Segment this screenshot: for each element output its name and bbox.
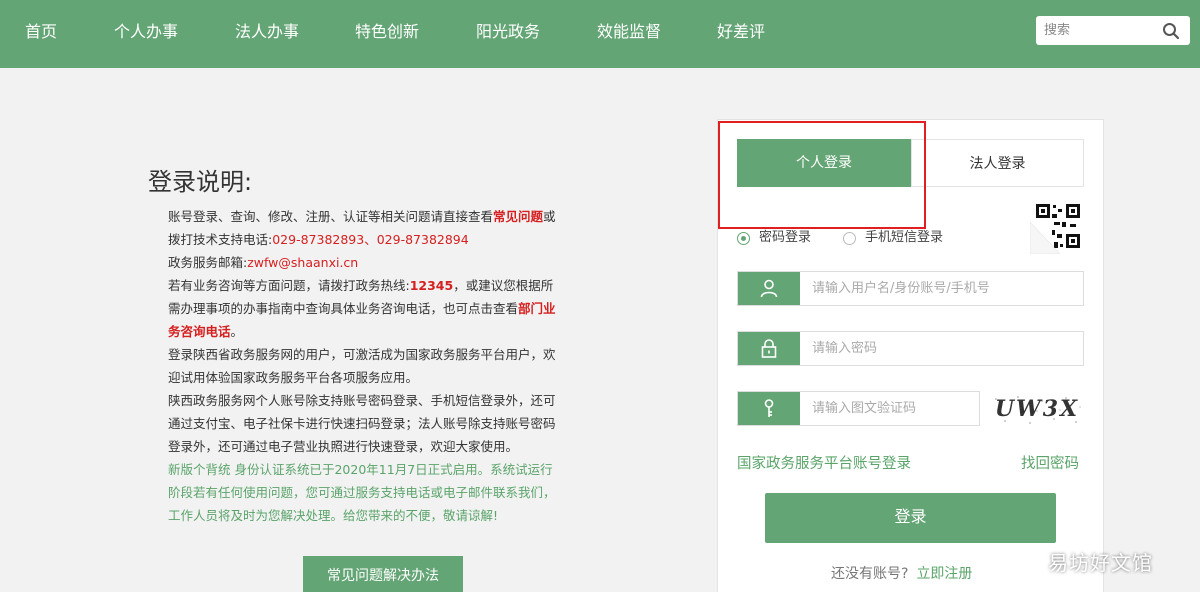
nav-item-home[interactable]: 首页 — [25, 20, 57, 44]
username-field — [737, 271, 1084, 306]
radio-password-label[interactable]: 密码登录 — [759, 229, 811, 247]
dept-phone-link-cont[interactable]: 务咨询电话 — [168, 324, 231, 339]
hotline-number: 12345 — [409, 278, 454, 293]
support-phone: 029-87382893、029-87382894 — [272, 232, 469, 247]
nav-item-supervision[interactable]: 效能监督 — [597, 20, 661, 44]
captcha-text: UW3X — [994, 396, 1080, 422]
notice-line: 新版个背统 身份认证系统已于2020年11月7日正式启用。系统试运行 — [168, 462, 553, 477]
instruction-line: 需办理事项的办事指南中查询具体业务咨询电话，也可点击查看部门业 — [168, 301, 556, 316]
dept-phone-link[interactable]: 部门业 — [518, 301, 556, 316]
password-field — [737, 331, 1084, 366]
watermark: 易坊好文馆 — [1048, 551, 1153, 575]
user-icon — [760, 279, 778, 298]
nav-item-legal[interactable]: 法人办事 — [235, 20, 299, 44]
instruction-line: 若有业务咨询等方面问题，请拨打政务热线:12345，或建议您根据所 — [168, 278, 554, 293]
faq-solutions-button[interactable]: 常见问题解决办法 — [303, 556, 463, 592]
register-prompt: 还没有账号? — [831, 566, 909, 582]
faq-link[interactable]: 常见问题 — [493, 209, 543, 224]
tab-legal-login[interactable]: 法人登录 — [911, 139, 1084, 187]
login-instructions: 账号登录、查询、修改、注册、认证等相关问题请直接查看常见问题或 拨打技术支持电话… — [168, 205, 596, 527]
key-icon — [764, 399, 774, 417]
instruction-line: 账号登录、查询、修改、注册、认证等相关问题请直接查看常见问题或 — [168, 209, 556, 224]
nav-item-open-government[interactable]: 阳光政务 — [476, 20, 540, 44]
instruction-line: 迎试用体验国家政务服务平台各项服务应用。 — [168, 370, 419, 385]
search-input[interactable] — [1044, 20, 1156, 41]
login-button[interactable]: 登录 — [765, 493, 1056, 543]
login-instructions-title: 登录说明: — [148, 168, 253, 196]
username-input[interactable] — [812, 278, 1072, 299]
radio-password-login[interactable] — [737, 232, 750, 245]
notice-line: 工作人员将及时为您解决处理。给您带来的不便，敬请谅解! — [168, 508, 499, 523]
captcha-field — [737, 391, 980, 426]
instruction-line: 登录外，还可通过电子营业执照进行快速登录，欢迎大家使用。 — [168, 439, 519, 454]
support-email: zwfw@shaanxi.cn — [247, 255, 359, 270]
key-icon-box — [738, 392, 800, 425]
nav-item-innovation[interactable]: 特色创新 — [355, 20, 419, 44]
instruction-line: 务咨询电话。 — [168, 324, 244, 339]
top-nav-bar: 首页 个人办事 法人办事 特色创新 阳光政务 效能监督 好差评 — [0, 0, 1200, 68]
lock-icon-box — [738, 332, 800, 365]
nav-item-personal[interactable]: 个人办事 — [114, 20, 178, 44]
national-platform-login-link[interactable]: 国家政务服务平台账号登录 — [737, 452, 911, 473]
notice-line: 阶段若有任何使用问题，您可通过服务支持电话或电子邮件联系我们， — [168, 485, 556, 500]
radio-sms-label[interactable]: 手机短信登录 — [865, 229, 943, 247]
password-input[interactable] — [812, 338, 1072, 359]
user-icon-box — [738, 272, 800, 305]
captcha-input[interactable] — [812, 398, 972, 419]
tab-personal-login[interactable]: 个人登录 — [737, 139, 911, 187]
instruction-line: 通过支付宝、电子社保卡进行快速扫码登录；法人账号除支持账号密码 — [168, 416, 556, 431]
lock-icon — [761, 339, 777, 358]
instruction-line: 政务服务邮箱:zwfw@shaanxi.cn — [168, 255, 359, 270]
search-icon[interactable] — [1162, 22, 1180, 40]
register-link[interactable]: 立即注册 — [916, 566, 972, 582]
register-row: 还没有账号? 立即注册 — [831, 563, 972, 583]
instruction-line: 登录陕西省政务服务网的用户，可激活成为国家政务服务平台用户，欢 — [168, 347, 556, 362]
qr-code-icon[interactable] — [1030, 200, 1084, 254]
instruction-line: 陕西政务服务网个人账号除支持账号密码登录、手机短信登录外，还可 — [168, 393, 556, 408]
search-box — [1036, 16, 1190, 45]
instruction-line: 拨打技术支持电话:029-87382893、029-87382894 — [168, 232, 469, 247]
forgot-password-link[interactable]: 找回密码 — [1021, 452, 1079, 473]
captcha-image[interactable]: UW3X — [990, 393, 1084, 428]
nav-item-review[interactable]: 好差评 — [717, 20, 765, 44]
radio-sms-login[interactable] — [843, 232, 856, 245]
